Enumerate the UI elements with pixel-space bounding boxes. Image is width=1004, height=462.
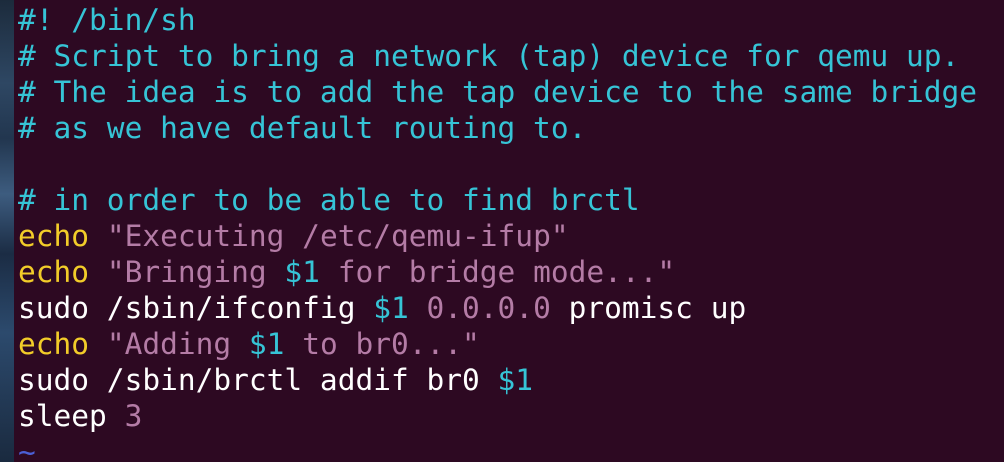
code-token-variable: $1 [248,327,285,361]
code-token-comment: # Script to bring a network (tap) device… [18,39,960,73]
code-line[interactable]: # in order to be able to find brctl [18,182,1004,218]
code-line[interactable]: echo "Bringing $1 for bridge mode..." [18,254,1004,290]
code-token-keyword: echo [18,219,90,253]
code-token-number: 3 [124,399,143,433]
code-line[interactable] [18,146,1004,182]
code-token-string: to br0..." [284,327,480,361]
code-token-string: for bridge mode..." [319,255,676,289]
code-line[interactable]: sudo /sbin/brctl addif br0 $1 [18,362,1004,398]
code-token-variable: $1 [373,291,409,325]
code-line[interactable]: #! /bin/sh [18,2,1004,38]
code-token-comment: # The idea is to add the tap device to t… [18,75,978,109]
code-token-string: "Executing /etc/qemu-ifup" [106,219,569,253]
code-token-comment: # as we have default routing to. [18,111,587,145]
code-token-keyword: echo [18,255,90,289]
code-line[interactable]: # Script to bring a network (tap) device… [18,38,1004,74]
code-token-number: 0.0.0.0 [426,291,551,325]
code-line[interactable]: sudo /sbin/ifconfig $1 0.0.0.0 promisc u… [18,290,1004,326]
code-line[interactable]: sleep 3 [18,398,1004,434]
code-line[interactable]: # The idea is to add the tap device to t… [18,74,1004,110]
code-token-string: "Adding [106,327,249,361]
terminal-window: #! /bin/sh # Script to bring a network (t… [0,0,1004,462]
code-token-keyword: echo [18,327,90,361]
code-token-variable: $1 [284,255,320,289]
code-token-plain: promisc up [550,291,747,325]
code-token-plain: sudo /sbin/ifconfig [18,291,374,325]
code-token-string: "Bringing [106,255,285,289]
empty-buffer-line-marker[interactable]: ~ [18,434,1004,462]
code-token-plain: sleep [18,399,125,433]
code-token-comment: # in order to be able to find brctl [18,183,640,217]
code-line[interactable]: echo "Executing /etc/qemu-ifup" [18,218,1004,254]
code-token-variable: $1 [497,363,534,397]
code-line[interactable]: echo "Adding $1 to br0..." [18,326,1004,362]
code-line[interactable]: # as we have default routing to. [18,110,1004,146]
code-token-comment: #! /bin/sh [18,3,196,37]
code-token-plain: sudo /sbin/brctl addif br0 [18,363,498,397]
vim-editor-buffer[interactable]: #! /bin/sh # Script to bring a network (t… [14,0,1004,462]
desktop-background-strip [0,0,14,462]
code-token-tilde: ~ [18,435,36,462]
